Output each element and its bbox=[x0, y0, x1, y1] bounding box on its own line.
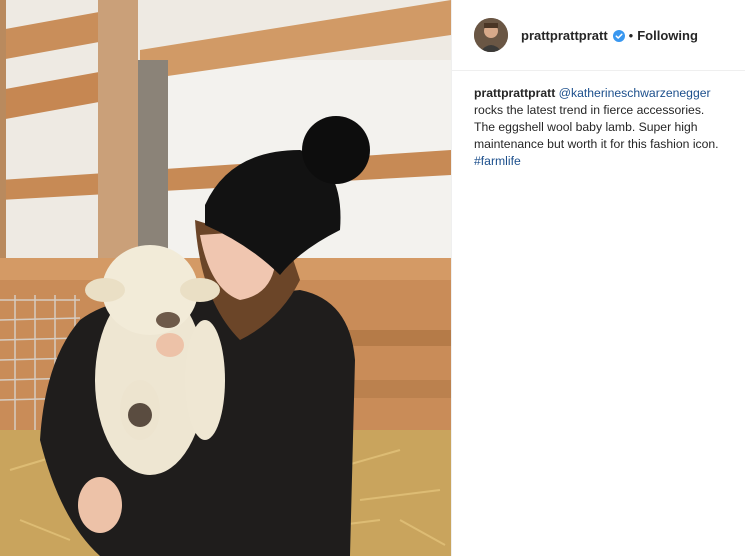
instagram-post: prattprattpratt • Following prattprattpr… bbox=[0, 0, 745, 556]
post-caption: prattprattpratt @katherineschwarzenegger… bbox=[452, 71, 745, 170]
following-button[interactable]: Following bbox=[637, 28, 698, 43]
header-separator: • bbox=[628, 27, 634, 43]
avatar[interactable] bbox=[474, 18, 508, 52]
post-sidebar: prattprattpratt • Following prattprattpr… bbox=[451, 0, 745, 556]
header-username[interactable]: prattprattpratt bbox=[521, 28, 608, 43]
caption-hashtag-link[interactable]: #farmlife bbox=[474, 154, 521, 168]
avatar-image bbox=[474, 18, 508, 52]
caption-username[interactable]: prattprattpratt bbox=[474, 86, 555, 100]
post-photo[interactable] bbox=[0, 0, 451, 556]
caption-text: rocks the latest trend in fierce accesso… bbox=[474, 103, 719, 151]
caption-mention-link[interactable]: @katherineschwarzenegger bbox=[559, 86, 711, 100]
verified-badge-icon bbox=[612, 29, 625, 42]
photo-lamb-and-woman bbox=[0, 0, 451, 556]
post-header: prattprattpratt • Following bbox=[452, 0, 745, 71]
